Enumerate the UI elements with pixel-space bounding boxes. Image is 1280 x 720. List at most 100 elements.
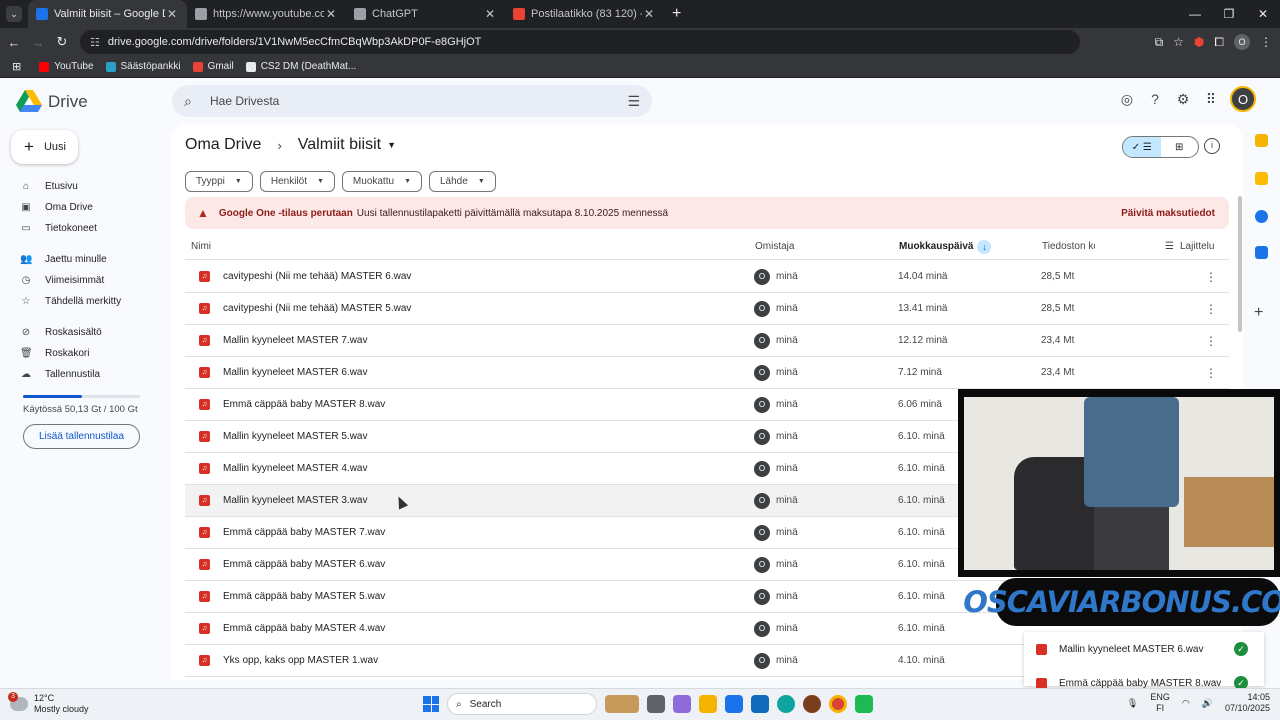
cast-icon[interactable]: ⧉ (1155, 35, 1164, 50)
update-payment-link[interactable]: Päivitä maksutiedot (1121, 208, 1215, 219)
file-row[interactable]: ♫ Mallin kyyneleet MASTER 6.wav Ominä 7.12 … (185, 357, 1229, 389)
bookmark-item[interactable]: Gmail (192, 61, 234, 72)
language-indicator[interactable]: ENG FI (1150, 692, 1170, 714)
weather-widget[interactable]: 3 12°C Mostly cloudy (8, 692, 89, 715)
breadcrumb-root[interactable]: Oma Drive (185, 136, 261, 154)
bookmark-item[interactable]: Säästöpankki (105, 61, 181, 72)
file-name[interactable]: Emmä cäppää baby MASTER 4.wav (223, 623, 385, 634)
column-name[interactable]: Nimi (191, 241, 211, 252)
drive-app-name[interactable]: Drive (48, 92, 88, 112)
sort-options[interactable]: ☰ Lajittelu (1165, 241, 1214, 252)
minimize-button[interactable]: — (1178, 0, 1212, 28)
forward-icon[interactable]: → (26, 35, 50, 50)
file-name[interactable]: Yks opp, kaks opp MASTER 1.wav (223, 655, 378, 666)
account-avatar[interactable]: O (1230, 86, 1256, 112)
windows-start-icon[interactable] (423, 696, 439, 712)
sidebar-item-computer[interactable]: ▭ Tietokoneet (0, 218, 170, 239)
extension-red-icon[interactable]: ⬢ (1194, 35, 1204, 49)
file-name[interactable]: Emmä cäppää baby MASTER 6.wav (223, 559, 385, 570)
volume-icon[interactable]: 🔊 (1202, 698, 1213, 709)
clock[interactable]: 14:05 07/10/2025 (1225, 692, 1270, 714)
sidebar-item-shared[interactable]: 👥 Jaettu minulle (0, 249, 170, 270)
browser-tab[interactable]: https://www.youtube.com/watc✕ (187, 0, 346, 28)
browser-tab[interactable]: Postilaatikko (83 120) - oskari.h✕ (505, 0, 664, 28)
drive-search-input[interactable]: ⌕ Hae Drivesta ☰ (172, 85, 652, 117)
column-modified[interactable]: Muokkauspäivä ↓ (899, 239, 992, 254)
file-explorer-icon[interactable] (699, 695, 717, 713)
add-addon-icon[interactable]: + (1254, 304, 1263, 322)
chrome-icon[interactable] (829, 695, 847, 713)
filter-chip[interactable]: Lähde ▼ (429, 171, 496, 192)
address-bar[interactable]: ☷ drive.google.com/drive/folders/1V1NwM5… (80, 30, 1080, 54)
settings-gear-icon[interactable]: ⚙ (1174, 90, 1192, 108)
sort-down-arrow-icon[interactable]: ↓ (977, 239, 992, 254)
grid-view-button[interactable]: ⊞ (1161, 137, 1199, 157)
site-info-icon[interactable]: ☷ (90, 36, 100, 49)
apps-icon[interactable]: ⊞ (12, 60, 21, 73)
sidebar-item-recent[interactable]: ◷ Viimeisimmät (0, 270, 170, 291)
new-button[interactable]: + Uusi (11, 130, 78, 164)
file-name[interactable]: Mallin kyyneleet MASTER 7.wav (223, 335, 368, 346)
file-name[interactable]: Mallin kyyneleet MASTER 4.wav (223, 463, 368, 474)
search-highlight-icon[interactable] (605, 695, 639, 713)
tab-close-icon[interactable]: ✕ (483, 7, 497, 21)
search-options-icon[interactable]: ☰ (627, 93, 640, 110)
more-actions-icon[interactable]: ⋮ (1205, 270, 1217, 284)
bookmark-item[interactable]: CS2 DM (DeathMat... (245, 61, 356, 72)
get-more-storage-button[interactable]: Lisää tallennustilaa (23, 424, 140, 449)
file-name[interactable]: Mallin kyyneleet MASTER 3.wav (223, 495, 368, 506)
app-icon[interactable] (803, 695, 821, 713)
tab-close-icon[interactable]: ✕ (324, 7, 338, 21)
sidebar-item-trash[interactable]: 🗑 Roskakori (0, 343, 170, 364)
new-tab-button[interactable]: + (672, 5, 681, 23)
back-icon[interactable]: ← (2, 35, 26, 50)
info-icon[interactable]: i (1204, 138, 1220, 154)
microphone-icon[interactable]: 🎙 (1127, 698, 1138, 709)
column-size[interactable]: Tiedoston koko (1042, 241, 1095, 252)
file-name[interactable]: Emmä cäppää baby MASTER 7.wav (223, 527, 385, 538)
wifi-icon[interactable]: ◠ (1182, 698, 1190, 709)
file-name[interactable]: cavitypeshi (Nii me tehää) MASTER 6.wav (223, 271, 411, 282)
tab-close-icon[interactable]: ✕ (165, 7, 179, 21)
filter-chip[interactable]: Henkilöt ▼ (259, 171, 335, 192)
contacts-icon[interactable] (1255, 246, 1268, 259)
bookmark-item[interactable]: YouTube (39, 61, 94, 72)
file-name[interactable]: Emmä cäppää baby MASTER 8.wav (223, 399, 385, 410)
reload-icon[interactable]: ↻ (50, 34, 74, 50)
more-actions-icon[interactable]: ⋮ (1205, 334, 1217, 348)
more-actions-icon[interactable]: ⋮ (1205, 366, 1217, 380)
main-scrollbar[interactable] (1238, 196, 1242, 332)
offline-ready-icon[interactable]: ◎ (1118, 90, 1136, 108)
green-app-icon[interactable] (855, 695, 873, 713)
edge-icon[interactable] (777, 695, 795, 713)
file-name[interactable]: Mallin kyyneleet MASTER 6.wav (223, 367, 368, 378)
extensions-icon[interactable]: ⧠ (1214, 35, 1224, 50)
profile-avatar[interactable]: O (1234, 34, 1250, 50)
file-name[interactable]: Mallin kyyneleet MASTER 5.wav (223, 431, 368, 442)
filter-chip[interactable]: Tyyppi ▼ (185, 171, 253, 192)
sidebar-item-cloud[interactable]: ☁ Tallennustila (0, 364, 170, 385)
taskbar-search[interactable]: ⌕ Search (447, 693, 597, 715)
file-row[interactable]: ♫ cavitypeshi (Nii me tehää) MASTER 6.wav… (185, 261, 1229, 293)
outlook-icon[interactable] (751, 695, 769, 713)
maximize-button[interactable]: ❐ (1212, 0, 1246, 28)
upload-item[interactable]: Mallin kyyneleet MASTER 6.wav ✓ (1024, 632, 1264, 666)
tasks-icon[interactable] (1255, 210, 1268, 223)
browser-tab[interactable]: ChatGPT ✕ (346, 0, 505, 28)
more-actions-icon[interactable]: ⋮ (1205, 302, 1217, 316)
file-name[interactable]: Emmä cäppää baby MASTER 5.wav (223, 591, 385, 602)
file-name[interactable]: cavitypeshi (Nii me tehää) MASTER 5.wav (223, 303, 411, 314)
google-apps-icon[interactable]: ⠿ (1202, 90, 1220, 108)
store-icon[interactable] (725, 695, 743, 713)
bookmark-star-icon[interactable]: ☆ (1173, 35, 1184, 49)
tab-search-button[interactable]: ⌄ (6, 6, 22, 22)
breadcrumb-current-folder[interactable]: Valmiit biisit (298, 136, 381, 154)
column-owner[interactable]: Omistaja (755, 241, 794, 252)
sidebar-item-my-drive[interactable]: ▣ Oma Drive (0, 197, 170, 218)
sidebar-item-spam[interactable]: ⊘ Roskasisältö (0, 322, 170, 343)
help-icon[interactable]: ? (1146, 90, 1164, 108)
caret-down-icon[interactable]: ▼ (387, 140, 396, 150)
keep-icon[interactable] (1255, 172, 1268, 185)
calendar-icon[interactable] (1255, 134, 1268, 147)
list-view-button[interactable]: ✓ ☰ (1123, 137, 1161, 157)
